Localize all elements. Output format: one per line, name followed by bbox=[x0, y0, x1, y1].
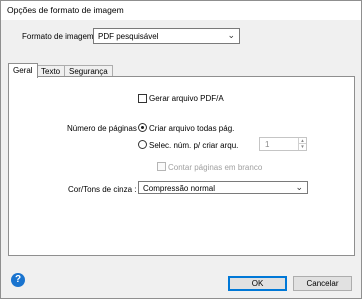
select-pages-label: Selec. núm. p/ criar arqu. bbox=[149, 141, 239, 150]
create-pdfa-label: Gerar arquivo PDF/A bbox=[149, 94, 224, 103]
tab-general[interactable]: Geral bbox=[8, 63, 38, 78]
color-mode-label: Cor/Tons de cinza : bbox=[68, 185, 137, 194]
tab-general-label: Geral bbox=[13, 66, 33, 75]
cancel-button[interactable]: Cancelar bbox=[293, 276, 352, 291]
help-icon[interactable]: ? bbox=[11, 273, 25, 287]
page-count-value: 1 bbox=[265, 139, 270, 149]
ok-button[interactable]: OK bbox=[228, 276, 287, 291]
color-mode-select[interactable]: Compressão normal ⌄ bbox=[138, 181, 308, 194]
radio-selected-dot bbox=[141, 126, 144, 129]
window-title: Opções de formato de imagem bbox=[7, 5, 124, 15]
select-pages-radio[interactable] bbox=[138, 140, 147, 149]
tab-text-label: Texto bbox=[41, 67, 61, 76]
all-pages-radio[interactable] bbox=[138, 123, 147, 132]
image-format-label: Formato de imagem : bbox=[22, 32, 99, 41]
color-mode-value: Compressão normal bbox=[143, 183, 216, 193]
general-tab-panel: Gerar arquivo PDF/A Número de páginas : … bbox=[8, 76, 355, 256]
chevron-down-icon: ⌄ bbox=[295, 182, 303, 192]
all-pages-label: Criar arquivo todas pág. bbox=[149, 124, 235, 133]
image-format-options-dialog: Opções de formato de imagem Formato de i… bbox=[0, 0, 362, 299]
chevron-down-icon: ⌄ bbox=[227, 30, 235, 40]
create-pdfa-checkbox[interactable] bbox=[138, 94, 147, 103]
tab-security-label: Segurança bbox=[69, 67, 108, 76]
count-blank-pages-label: Contar páginas em branco bbox=[168, 163, 263, 172]
count-blank-pages-checkbox[interactable] bbox=[157, 162, 166, 171]
image-format-select[interactable]: PDF pesquisável ⌄ bbox=[93, 28, 240, 44]
page-count-spinbox[interactable]: 1 ▲ ▼ bbox=[259, 137, 307, 151]
page-count-label: Número de páginas : bbox=[67, 124, 142, 133]
spin-buttons: ▲ ▼ bbox=[298, 138, 306, 150]
image-format-value: PDF pesquisável bbox=[98, 31, 159, 41]
spin-down-icon[interactable]: ▼ bbox=[299, 144, 306, 150]
title-bar: Opções de formato de imagem bbox=[1, 1, 361, 20]
